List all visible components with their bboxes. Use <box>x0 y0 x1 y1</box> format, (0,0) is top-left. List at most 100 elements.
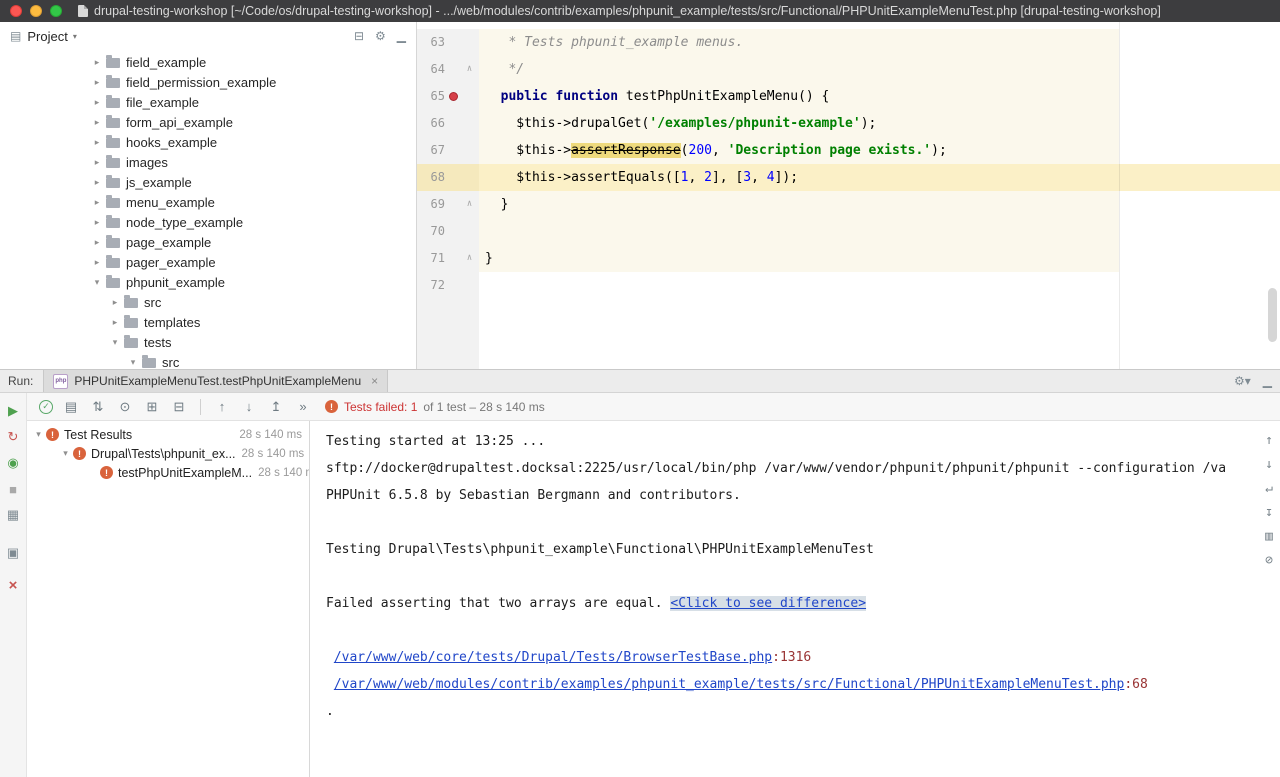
test-console[interactable]: ↑↓↵↧▥⊘ Testing started at 13:25 ...sftp:… <box>310 421 1280 777</box>
code-token: } <box>485 197 508 212</box>
stop-button[interactable]: ■ <box>4 480 22 498</box>
chevron-right-icon[interactable]: ▸ <box>90 137 104 148</box>
rerun-failed-tests-button[interactable]: ↻ <box>4 428 22 446</box>
project-tree-item[interactable]: ▾tests <box>0 332 416 352</box>
titlebar: drupal-testing-workshop [~/Code/os/drupa… <box>0 0 1280 22</box>
project-tree-item[interactable]: ▸field_example <box>0 52 416 72</box>
collapse-all-icon[interactable]: ⊟ <box>170 399 188 415</box>
line-number: 63 <box>417 29 445 56</box>
scroll-to-end-icon[interactable]: ↧ <box>1265 505 1273 520</box>
chevron-right-icon[interactable]: ▸ <box>90 197 104 208</box>
chevron-right-icon[interactable]: ▸ <box>108 297 122 308</box>
editor-line[interactable]: 66 $this->drupalGet('/examples/phpunit-e… <box>417 110 1280 137</box>
console-link[interactable]: /var/www/web/core/tests/Drupal/Tests/Bro… <box>334 650 772 665</box>
fold-marker[interactable]: ∧ <box>462 245 477 272</box>
previous-failed-test-icon[interactable]: ↑ <box>213 399 231 414</box>
editor-line[interactable]: 68 $this->assertEquals([1, 2], [3, 4]); <box>417 164 1280 191</box>
more-actions-icon[interactable]: » <box>294 399 312 414</box>
pin-tab-button[interactable]: ▣ <box>4 544 22 562</box>
chevron-right-icon[interactable]: ▸ <box>90 97 104 108</box>
chevron-right-icon[interactable]: ▸ <box>108 317 122 328</box>
test-tree-item[interactable]: ▾!Drupal\Tests\phpunit_ex...28 s 140 ms <box>27 444 309 463</box>
project-tree-item[interactable]: ▾phpunit_example <box>0 272 416 292</box>
project-tree-item[interactable]: ▸ node_type_example <box>0 212 416 232</box>
chevron-right-icon[interactable]: ▸ <box>90 217 104 228</box>
show-console-icon[interactable]: ▤ <box>62 399 80 415</box>
close-window-button[interactable] <box>10 5 22 17</box>
chevron-down-icon[interactable]: ▾ <box>73 32 77 41</box>
test-tree-item[interactable]: !testPhpUnitExampleM...28 s 140 ms <box>27 463 309 482</box>
code-token: public function <box>501 89 618 104</box>
print-icon[interactable]: ▥ <box>1265 529 1273 544</box>
test-results-tree: ▾!Test Results28 s 140 ms▾!Drupal\Tests\… <box>27 421 310 777</box>
chevron-right-icon[interactable]: ▸ <box>90 117 104 128</box>
project-tree-item[interactable]: ▸hooks_example <box>0 132 416 152</box>
editor-line[interactable]: 63 * Tests phpunit_example menus. <box>417 29 1280 56</box>
minimize-window-button[interactable] <box>30 5 42 17</box>
restore-layout-button[interactable]: ▦ <box>4 506 22 524</box>
rerun-button[interactable]: ▶ <box>4 402 22 420</box>
sort-by-duration-icon[interactable]: ⊙ <box>116 399 134 415</box>
editor-line[interactable]: 64∧ */ <box>417 56 1280 83</box>
project-tree-item[interactable]: ▸field_permission_example <box>0 72 416 92</box>
project-tree-item[interactable]: ▸src <box>0 292 416 312</box>
project-tree-item[interactable]: ▸images <box>0 152 416 172</box>
expand-all-icon[interactable]: ⊞ <box>143 399 161 415</box>
test-tree-item[interactable]: ▾!Test Results28 s 140 ms <box>27 425 309 444</box>
hide-passed-icon[interactable]: ✓ <box>39 400 53 414</box>
project-tree-item[interactable]: ▸file_example <box>0 92 416 112</box>
toggle-auto-test-button[interactable]: ◉ <box>4 454 22 472</box>
scroll-up-icon[interactable]: ↑ <box>1265 433 1273 448</box>
close-button[interactable]: × <box>4 576 22 594</box>
chevron-down-icon[interactable]: ▾ <box>126 357 140 368</box>
next-failed-test-icon[interactable]: ↓ <box>240 399 258 414</box>
code-editor[interactable]: 63 * Tests phpunit_example menus.64∧ */6… <box>417 22 1280 369</box>
project-item-label: node_type_example <box>126 215 243 230</box>
project-tree-item[interactable]: ▾src <box>0 352 416 369</box>
project-tree-item[interactable]: ▸form_api_example <box>0 112 416 132</box>
console-link[interactable]: <Click to see difference> <box>670 596 866 611</box>
chevron-right-icon[interactable]: ▸ <box>90 177 104 188</box>
project-tree-item[interactable]: ▸pager_example <box>0 252 416 272</box>
console-text: . <box>326 704 334 719</box>
project-tree-item[interactable]: ▸templates <box>0 312 416 332</box>
scroll-down-icon[interactable]: ↓ <box>1265 457 1273 472</box>
chevron-right-icon[interactable]: ▸ <box>90 237 104 248</box>
editor-line[interactable]: 72 <box>417 272 1280 299</box>
export-test-results-icon[interactable]: ↥ <box>267 399 285 415</box>
settings-dropdown-icon[interactable]: ⚙▾ <box>1234 374 1251 388</box>
chevron-right-icon[interactable]: ▸ <box>90 77 104 88</box>
editor-scrollbar-thumb[interactable] <box>1268 288 1277 342</box>
chevron-down-icon[interactable]: ▾ <box>108 337 122 348</box>
zoom-window-button[interactable] <box>50 5 62 17</box>
project-tree-item[interactable]: ▸menu_example <box>0 192 416 212</box>
chevron-right-icon[interactable]: ▸ <box>90 257 104 268</box>
editor-line[interactable]: 71∧} <box>417 245 1280 272</box>
editor-line[interactable]: 69∧ } <box>417 191 1280 218</box>
editor-line[interactable]: 67 $this->assertResponse(200, 'Descripti… <box>417 137 1280 164</box>
console-link[interactable]: /var/www/web/modules/contrib/examples/ph… <box>334 677 1125 692</box>
hide-toolwindow-icon[interactable]: ▁ <box>1263 374 1272 388</box>
settings-gear-icon[interactable]: ⚙ <box>375 29 386 43</box>
chevron-right-icon[interactable]: ▸ <box>90 157 104 168</box>
fold-marker[interactable]: ∧ <box>462 56 477 83</box>
project-tree-item[interactable]: ▸js_example <box>0 172 416 192</box>
project-tree-item[interactable]: ▸page_example <box>0 232 416 252</box>
hide-panel-icon[interactable]: ▁ <box>397 29 406 43</box>
clear-console-icon[interactable]: ⊘ <box>1265 553 1273 568</box>
chevron-down-icon[interactable]: ▾ <box>58 448 73 459</box>
test-failed-gutter-icon[interactable] <box>449 92 458 101</box>
editor-line[interactable]: 65 public function testPhpUnitExampleMen… <box>417 83 1280 110</box>
editor-line[interactable]: 70 <box>417 218 1280 245</box>
console-text <box>326 677 334 692</box>
chevron-down-icon[interactable]: ▾ <box>90 277 104 288</box>
close-icon[interactable]: × <box>371 374 378 388</box>
chevron-down-icon[interactable]: ▾ <box>31 429 46 440</box>
chevron-right-icon[interactable]: ▸ <box>90 57 104 68</box>
sort-alphabetically-icon[interactable]: ⇅ <box>89 399 107 415</box>
run-tab[interactable]: php PHPUnitExampleMenuTest.testPhpUnitEx… <box>43 370 388 392</box>
project-header-label[interactable]: Project <box>27 29 67 44</box>
soft-wrap-icon[interactable]: ↵ <box>1265 481 1273 496</box>
collapse-all-icon[interactable]: ⊟ <box>354 29 364 43</box>
fold-marker[interactable]: ∧ <box>462 191 477 218</box>
